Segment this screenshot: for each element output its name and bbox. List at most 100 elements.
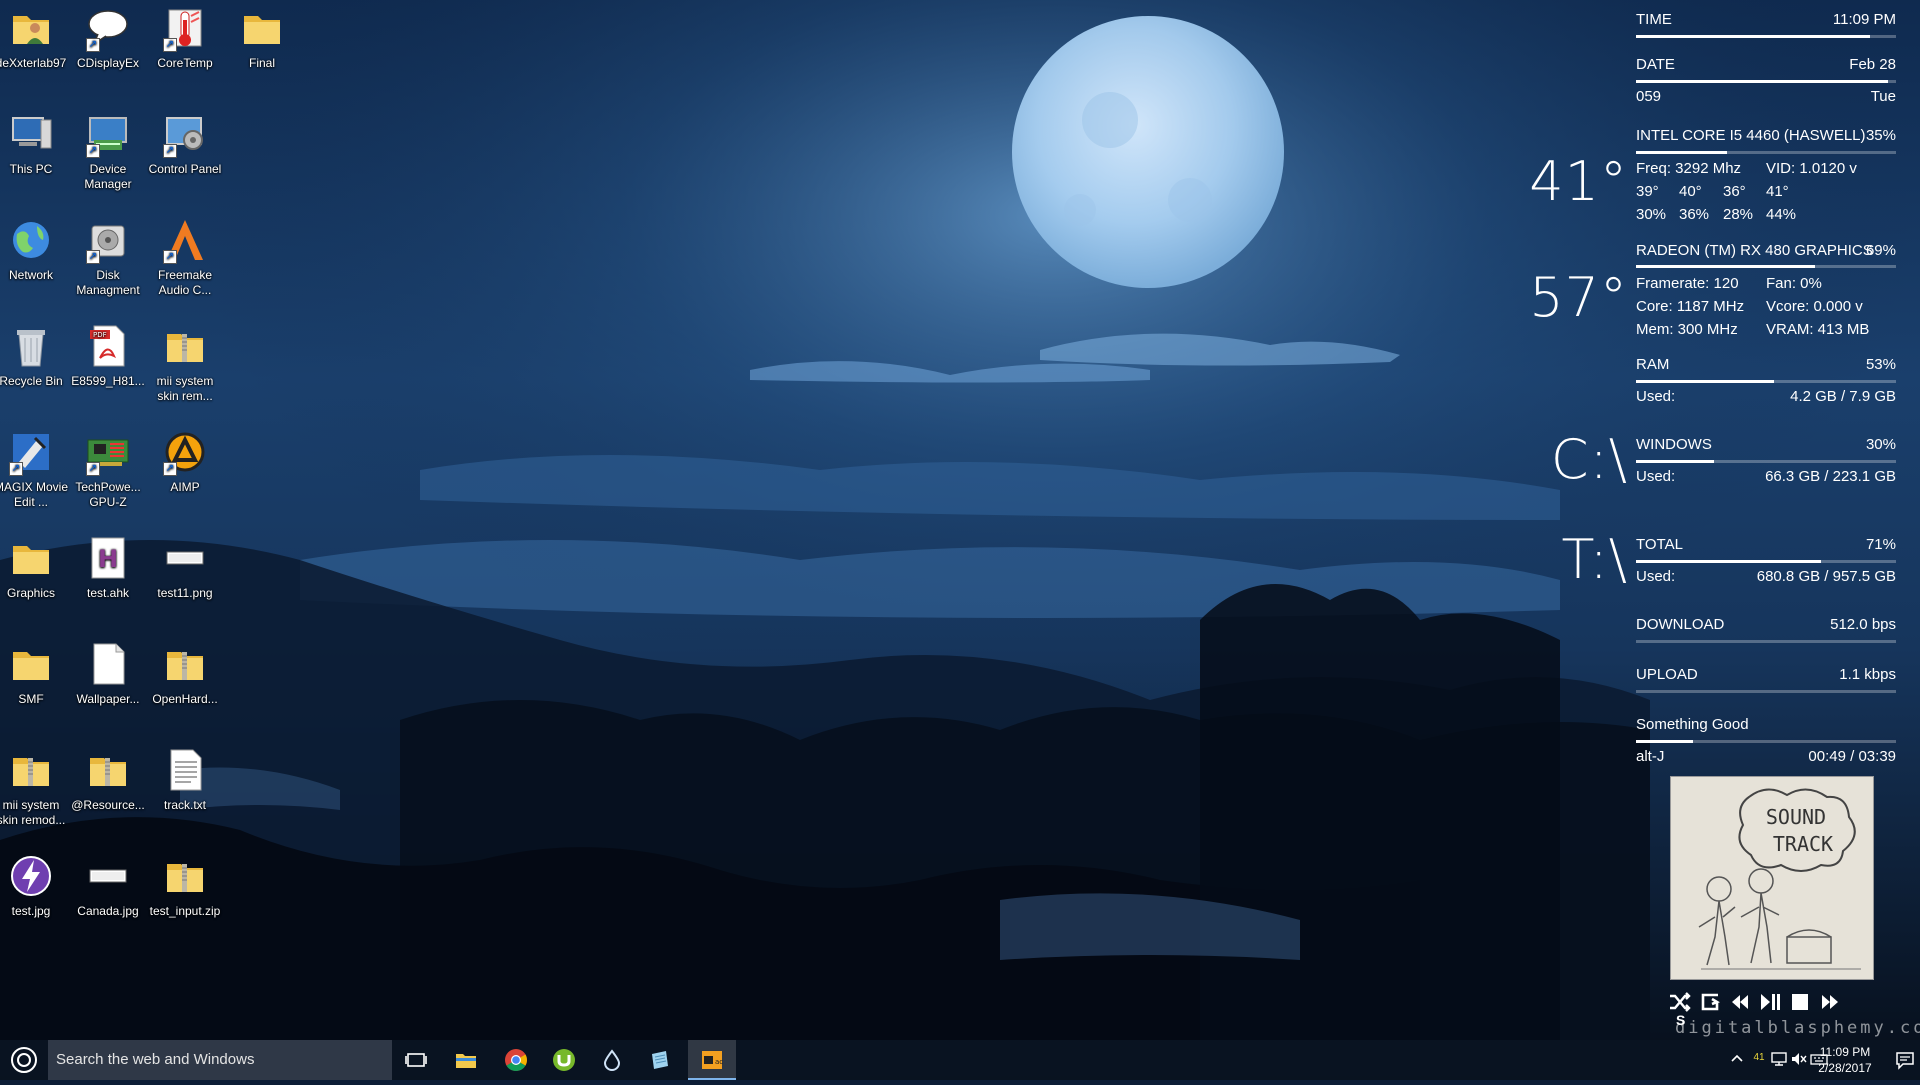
task-view-button[interactable] xyxy=(392,1040,440,1080)
cpu-vid: VID: 1.0120 v xyxy=(1766,160,1857,177)
zip-folder-icon xyxy=(7,746,55,794)
volume-tray-button[interactable] xyxy=(1790,1050,1808,1068)
magix-icon: ↗ xyxy=(7,428,55,476)
gpu-z-icon: ↗ xyxy=(84,428,132,476)
image-icon xyxy=(161,534,209,582)
download-label: DOWNLOAD xyxy=(1636,616,1725,633)
desktop-icon[interactable]: ↗ TechPowe... GPU-Z xyxy=(70,424,146,510)
shuffle-icon xyxy=(1670,992,1691,1012)
desktop-icon[interactable]: test_input.zip xyxy=(147,848,223,919)
svg-text:ac: ac xyxy=(715,1058,723,1066)
taskbar-utorrent[interactable] xyxy=(540,1040,588,1080)
desktop-icon[interactable]: Network xyxy=(0,212,69,283)
time-bar xyxy=(1636,35,1896,38)
taskbar-chrome[interactable] xyxy=(492,1040,540,1080)
desktop-icon[interactable]: deXxterlab97 xyxy=(0,0,69,71)
desktop-icon[interactable]: Htest.ahk xyxy=(70,530,146,601)
shortcut-arrow-icon: ↗ xyxy=(163,144,177,158)
search-box[interactable]: Search the web and Windows xyxy=(48,1040,392,1080)
desktop-icon[interactable]: mii system skin remod... xyxy=(0,742,69,828)
desktop-icon-label: Disk Managment xyxy=(76,268,140,297)
previous-button[interactable] xyxy=(1728,990,1752,1014)
cortana-icon xyxy=(11,1047,37,1073)
desktop-icon[interactable]: ↗ Disk Managment xyxy=(70,212,146,298)
stop-button[interactable] xyxy=(1788,990,1812,1014)
desktop-icon-label: MAGIX Movie Edit ... xyxy=(0,480,68,509)
drive-t-bar xyxy=(1636,560,1896,563)
taskbar-file-explorer[interactable] xyxy=(442,1040,490,1080)
desktop-icon-label: CDisplayEx xyxy=(76,56,139,70)
desktop-icon-label: Graphics xyxy=(6,586,56,600)
desktop-icon[interactable]: ↗ Device Manager xyxy=(70,106,146,192)
taskbar-rainmeter[interactable] xyxy=(588,1040,636,1080)
desktop-icon-label: AIMP xyxy=(170,480,200,494)
date-bar xyxy=(1636,80,1896,83)
tray-overflow-button[interactable] xyxy=(1728,1050,1746,1068)
desktop-icon[interactable]: Wallpaper... xyxy=(70,636,146,707)
download-bar xyxy=(1636,640,1896,643)
cpu-percent: 35% xyxy=(1865,127,1896,144)
desktop-icon[interactable]: Canada.jpg xyxy=(70,848,146,919)
desktop-icon[interactable]: PDF E8599_H81... xyxy=(70,318,146,389)
action-center-button[interactable] xyxy=(1894,1050,1916,1070)
clock-date: 2/28/2017 xyxy=(1818,1061,1872,1075)
upload-value: 1.1 kbps xyxy=(1839,666,1896,683)
desktop-icon-label: Control Panel xyxy=(148,162,222,176)
repeat-button[interactable] xyxy=(1698,990,1722,1014)
network-icon xyxy=(1771,1052,1787,1066)
desktop-icon[interactable]: OpenHard... xyxy=(147,636,223,707)
network-tray-button[interactable] xyxy=(1770,1050,1788,1068)
desktop-icon[interactable]: SMF xyxy=(0,636,69,707)
play-pause-button[interactable] xyxy=(1758,990,1782,1014)
gpu-temperature: 57° xyxy=(1529,266,1628,329)
desktop-icon[interactable]: ↗ CDisplayEx xyxy=(70,0,146,71)
zip-folder-icon xyxy=(161,640,209,688)
globe-icon xyxy=(7,216,55,264)
desktop-icon[interactable]: ↗ Control Panel xyxy=(147,106,223,177)
taskbar-clock[interactable]: 11:09 PM 2/28/2017 xyxy=(1808,1044,1882,1076)
track-title: Something Good xyxy=(1636,716,1749,733)
desktop-icon[interactable]: test11.png xyxy=(147,530,223,601)
folder-icon xyxy=(7,534,55,582)
speaker-muted-icon xyxy=(1792,1053,1807,1065)
desktop-icon[interactable]: test.jpg xyxy=(0,848,69,919)
core-temp-3: 36° xyxy=(1723,183,1746,200)
desktop-icon-label: mii system skin remod... xyxy=(0,798,66,827)
shortcut-arrow-icon: ↗ xyxy=(86,144,100,158)
desktop-icon[interactable]: ↗ MAGIX Movie Edit ... xyxy=(0,424,69,510)
track-progress-bar[interactable] xyxy=(1636,740,1896,743)
desktop-icon[interactable]: Final xyxy=(224,0,300,71)
desktop-icon[interactable]: Graphics xyxy=(0,530,69,601)
taskbar-active-app[interactable]: ac xyxy=(688,1040,736,1080)
drive-t-letter: T:\ xyxy=(1561,528,1628,591)
svg-text:PDF: PDF xyxy=(93,331,107,339)
desktop-icon[interactable]: track.txt xyxy=(147,742,223,813)
zip-folder-icon xyxy=(161,322,209,370)
desktop-icon-label: SMF xyxy=(18,692,44,706)
desktop-icon[interactable]: This PC xyxy=(0,106,69,177)
recycle-bin-icon xyxy=(7,322,55,370)
text-file-icon xyxy=(161,746,209,794)
desktop-icon[interactable]: mii system skin rem... xyxy=(147,318,223,404)
utorrent-icon xyxy=(553,1049,575,1071)
taskbar-notepad[interactable] xyxy=(636,1040,684,1080)
desktop-icon[interactable]: ↗ CoreTemp xyxy=(147,0,223,71)
cpu-temperature: 41° xyxy=(1529,150,1628,213)
next-button[interactable] xyxy=(1818,990,1842,1014)
drive-t-percent: 71% xyxy=(1865,536,1896,553)
coretemp-tray-badge[interactable]: 41 xyxy=(1750,1052,1768,1070)
upload-label: UPLOAD xyxy=(1636,666,1698,683)
desktop-icon-label: This PC xyxy=(9,162,53,176)
file-explorer-icon xyxy=(456,1054,476,1068)
desktop-icon-label: test.ahk xyxy=(86,586,130,600)
shuffle-button[interactable] xyxy=(1668,990,1692,1014)
desktop-icon[interactable]: ↗ Freemake Audio C... xyxy=(147,212,223,298)
desktop-icon[interactable]: @Resource... xyxy=(70,742,146,813)
cortana-button[interactable] xyxy=(0,1040,48,1080)
active-app-icon: ac xyxy=(702,1051,723,1069)
desktop-icon[interactable]: ↗ AIMP xyxy=(147,424,223,495)
gpu-title: RADEON (TM) RX 480 GRAPHICS xyxy=(1636,242,1873,259)
drive-c-used-label: Used: xyxy=(1636,468,1676,485)
upload-bar xyxy=(1636,690,1896,693)
desktop-icon[interactable]: Recycle Bin xyxy=(0,318,69,389)
